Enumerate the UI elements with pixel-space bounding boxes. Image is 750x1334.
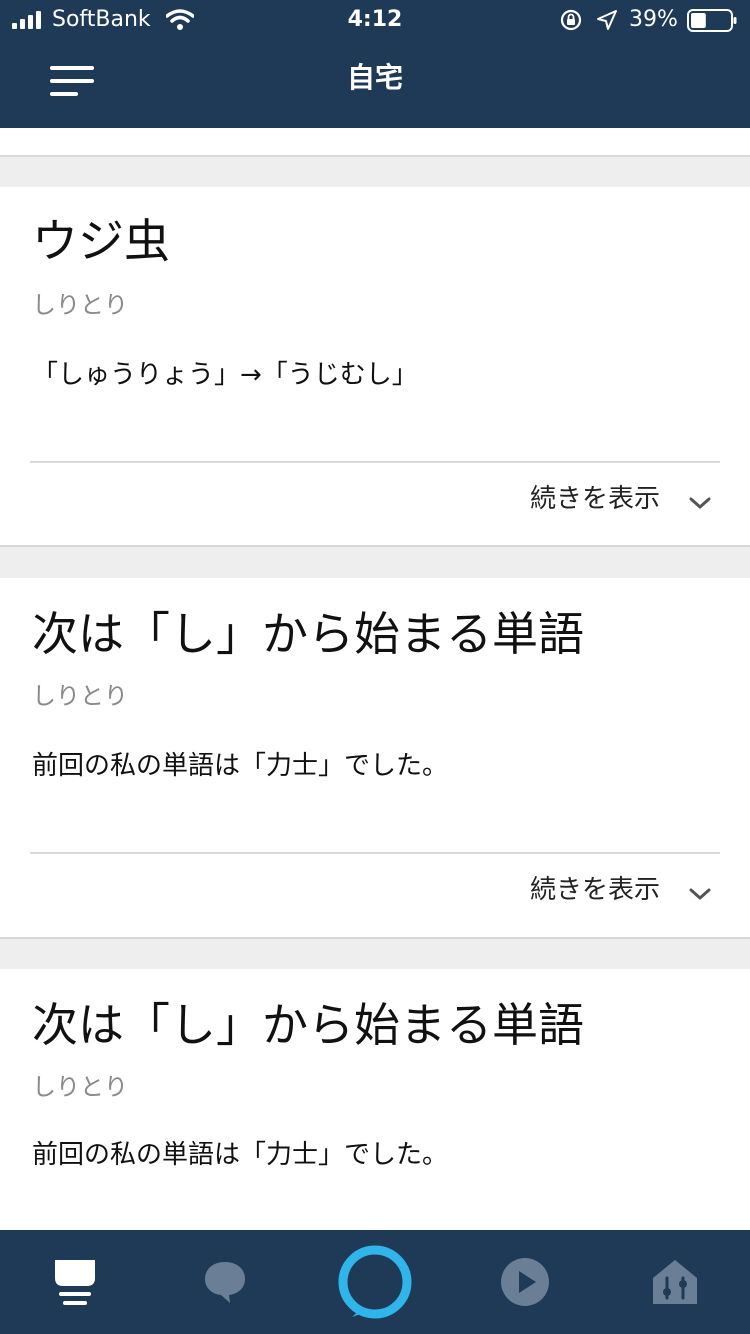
home-icon xyxy=(55,1260,95,1305)
card-body: 「しゅうりょう」→「うじむし」 xyxy=(32,360,418,390)
devices-icon xyxy=(653,1260,697,1304)
rotation-lock-icon xyxy=(560,9,582,31)
activity-card: 次は「し」から始まる単語 しりとり 前回の私の単語は「力士」でした。 xyxy=(0,969,750,1230)
card-subtitle: しりとり xyxy=(32,682,128,710)
alexa-icon xyxy=(338,1245,412,1319)
show-more-label: 続きを表示 xyxy=(529,484,660,514)
show-more-label: 続きを表示 xyxy=(529,875,660,905)
tab-home[interactable] xyxy=(0,1230,150,1334)
bottom-tab-bar xyxy=(0,1230,750,1334)
activity-card: 次は「し」から始まる単語 しりとり 前回の私の単語は「力士」でした。 続きを表示 xyxy=(0,578,750,939)
show-more-button[interactable]: 続きを表示 xyxy=(30,464,720,534)
card-border xyxy=(0,937,750,939)
tab-alexa[interactable] xyxy=(300,1230,450,1334)
card-title: 次は「し」から始まる単語 xyxy=(32,998,584,1052)
card-body: 前回の私の単語は「力士」でした。 xyxy=(32,751,449,781)
card-divider xyxy=(30,461,720,463)
play-icon xyxy=(501,1258,549,1306)
page-title: 自宅 xyxy=(346,61,403,94)
card-title: 次は「し」から始まる単語 xyxy=(32,607,584,661)
previous-card-edge xyxy=(0,128,750,157)
nav-bar: 自宅 xyxy=(0,40,750,128)
show-more-button[interactable]: 続きを表示 xyxy=(30,855,720,925)
chevron-down-icon xyxy=(689,888,711,900)
card-subtitle: しりとり xyxy=(32,291,128,319)
tab-play[interactable] xyxy=(450,1230,600,1334)
tab-devices[interactable] xyxy=(600,1230,750,1334)
card-subtitle: しりとり xyxy=(32,1073,128,1101)
card-border xyxy=(0,545,750,547)
top-bar: SoftBank 4:12 39% 自宅 xyxy=(0,0,750,128)
status-bar: SoftBank 4:12 39% xyxy=(0,0,750,40)
battery-percent: 39% xyxy=(629,7,678,32)
battery-icon xyxy=(687,9,737,32)
location-arrow-icon xyxy=(597,10,617,30)
card-divider xyxy=(30,852,720,854)
tab-communicate[interactable] xyxy=(150,1230,300,1334)
menu-icon[interactable] xyxy=(40,56,104,112)
activity-card: ウジ虫 しりとり 「しゅうりょう」→「うじむし」 続きを表示 xyxy=(0,187,750,547)
chat-icon xyxy=(205,1262,245,1303)
card-title: ウジ虫 xyxy=(32,214,170,268)
chevron-down-icon xyxy=(689,497,711,509)
card-body: 前回の私の単語は「力士」でした。 xyxy=(32,1140,449,1170)
